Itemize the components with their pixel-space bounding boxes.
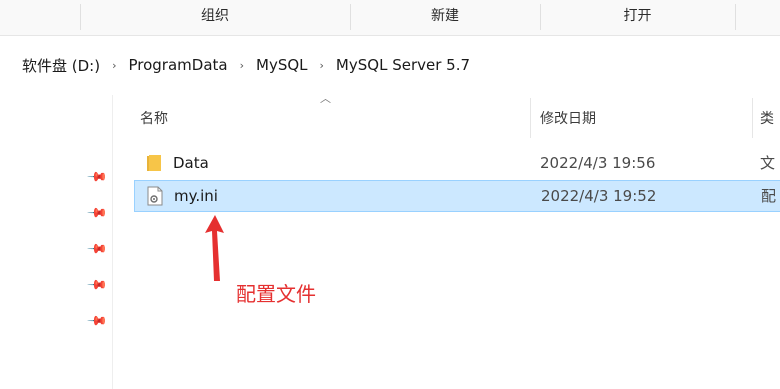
ribbon-group-new[interactable]: 新建 — [350, 0, 540, 35]
breadcrumb: 软件盘 (D:) › ProgramData › MySQL › MySQL S… — [0, 45, 780, 85]
navigation-pane: 📌 📌 📌 📌 📌 — [0, 95, 112, 389]
command-ribbon: 组织 新建 打开 — [0, 0, 780, 36]
chevron-right-icon[interactable]: › — [102, 59, 126, 72]
column-header-name[interactable]: 名称 — [140, 100, 168, 138]
file-name: my.ini — [174, 187, 218, 205]
pin-icon[interactable]: 📌 — [86, 238, 108, 260]
config-file-icon — [147, 186, 163, 206]
sort-ascending-icon: ︿ — [320, 92, 331, 105]
chevron-right-icon[interactable]: › — [230, 59, 254, 72]
pin-icon[interactable]: 📌 — [86, 202, 108, 224]
column-header-type[interactable]: 类 — [760, 100, 774, 138]
ribbon-group-organize[interactable]: 组织 — [80, 0, 350, 35]
annotation-label: 配置文件 — [236, 282, 316, 306]
file-row-my-ini[interactable]: my.ini 2022/4/3 19:52 配 — [134, 180, 780, 212]
ribbon-group-open[interactable]: 打开 — [540, 0, 735, 35]
breadcrumb-mysql-server[interactable]: MySQL Server 5.7 — [334, 56, 472, 74]
pin-icon[interactable]: 📌 — [86, 274, 108, 296]
column-separator[interactable] — [530, 98, 531, 138]
pane-divider[interactable] — [112, 95, 113, 389]
breadcrumb-programdata[interactable]: ProgramData — [126, 56, 229, 74]
file-row-data[interactable]: Data 2022/4/3 19:56 文 — [134, 148, 780, 180]
breadcrumb-mysql[interactable]: MySQL — [254, 56, 310, 74]
column-separator[interactable] — [752, 98, 753, 138]
chevron-right-icon[interactable]: › — [310, 59, 334, 72]
breadcrumb-drive[interactable]: 软件盘 (D:) — [0, 55, 102, 76]
file-type: 配 — [761, 187, 777, 205]
folder-icon — [147, 155, 161, 171]
column-header-date-modified[interactable]: 修改日期 — [540, 100, 596, 138]
pin-icon[interactable]: 📌 — [86, 166, 108, 188]
file-type: 文 — [760, 154, 776, 172]
file-date: 2022/4/3 19:52 — [541, 187, 657, 205]
file-name: Data — [173, 154, 209, 172]
file-date: 2022/4/3 19:56 — [540, 154, 656, 172]
ribbon-separator — [735, 4, 736, 30]
annotation-arrow-icon — [205, 215, 224, 281]
pin-icon[interactable]: 📌 — [86, 310, 108, 332]
